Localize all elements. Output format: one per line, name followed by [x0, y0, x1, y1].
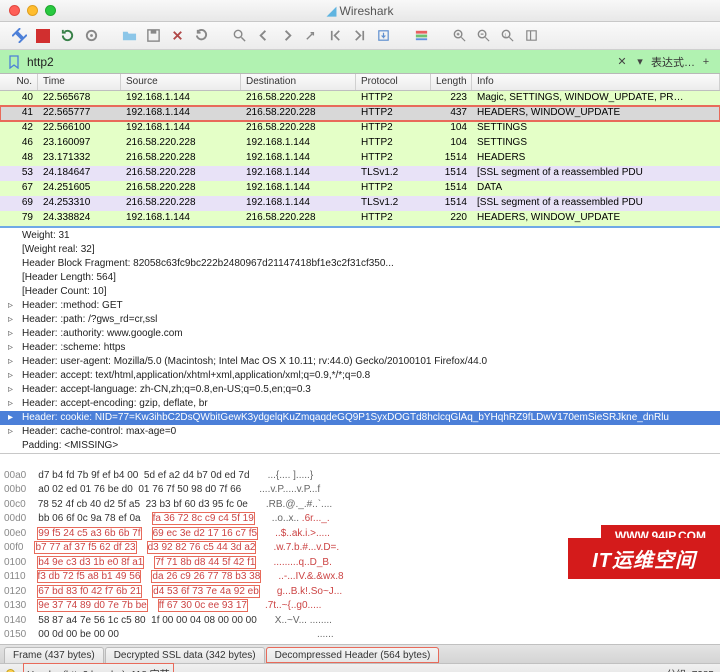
start-capture-btn[interactable]: [9, 26, 29, 46]
detail-header-selected[interactable]: Header: cookie: NID=77=Kw3ihbC2DsQWbitGe…: [0, 411, 720, 425]
window-close-btn[interactable]: [9, 5, 20, 16]
packet-row[interactable]: 7924.338824192.168.1.144216.58.220.228HT…: [0, 211, 720, 226]
col-proto[interactable]: Protocol: [356, 74, 431, 90]
detail-header[interactable]: Header: :scheme: https: [0, 341, 720, 355]
tab-decompressed[interactable]: Decompressed Header (564 bytes): [266, 647, 440, 663]
zoom-reset-btn[interactable]: 1: [497, 26, 517, 46]
status-field-info: Header (http2.header), 118 字节: [25, 665, 172, 672]
packet-row[interactable]: 4222.566100192.168.1.144216.58.220.228HT…: [0, 121, 720, 136]
window-titlebar: ◢ Wireshark: [0, 0, 720, 22]
packet-row[interactable]: 6924.253310216.58.220.228192.168.1.144TL…: [0, 196, 720, 211]
detail-header[interactable]: Header: cache-control: max-age=0: [0, 425, 720, 439]
filter-add-icon[interactable]: +: [697, 53, 715, 71]
col-no[interactable]: No.: [0, 74, 38, 90]
packet-row[interactable]: 4623.160097216.58.220.228192.168.1.144HT…: [0, 136, 720, 151]
app-logo-icon: ◢: [326, 3, 336, 18]
detail-header[interactable]: Header: :authority: www.google.com: [0, 327, 720, 341]
packet-details-pane[interactable]: Weight: 31 [Weight real: 32] Header Bloc…: [0, 228, 720, 454]
packet-row[interactable]: 4122.565777192.168.1.144216.58.220.228HT…: [0, 106, 720, 121]
go-first-btn[interactable]: [325, 26, 345, 46]
status-bar: Header (http2.header), 118 字节 分组: 7285: [0, 664, 720, 672]
capture-options-btn[interactable]: [81, 26, 101, 46]
status-packets: 分组: 7285: [666, 666, 714, 672]
detail-line[interactable]: [Header Length: 564]: [0, 271, 720, 285]
packet-row[interactable]: 4022.565678192.168.1.144216.58.220.228HT…: [0, 91, 720, 106]
packet-row[interactable]: 6724.251605216.58.220.228192.168.1.144HT…: [0, 181, 720, 196]
window-zoom-btn[interactable]: [45, 5, 56, 16]
hex-tabs: Frame (437 bytes) Decrypted SSL data (34…: [0, 644, 720, 664]
display-filter-bar: ✕ ▾ 表达式… +: [0, 50, 720, 74]
close-file-btn[interactable]: [167, 26, 187, 46]
tab-ssl[interactable]: Decrypted SSL data (342 bytes): [105, 647, 265, 663]
stop-capture-btn[interactable]: [33, 26, 53, 46]
filter-dropdown-icon[interactable]: ▾: [631, 53, 649, 71]
filter-expression-label[interactable]: 表达式…: [649, 54, 697, 70]
detail-line[interactable]: Weight: 31: [0, 229, 720, 243]
open-file-btn[interactable]: [119, 26, 139, 46]
detail-line[interactable]: [Header Count: 10]: [0, 285, 720, 299]
col-info[interactable]: Info: [472, 74, 720, 90]
detail-header[interactable]: Header: user-agent: Mozilla/5.0 (Macinto…: [0, 355, 720, 369]
restart-capture-btn[interactable]: [57, 26, 77, 46]
resize-columns-btn[interactable]: [521, 26, 541, 46]
tab-frame[interactable]: Frame (437 bytes): [4, 647, 104, 663]
display-filter-input[interactable]: [23, 53, 613, 71]
detail-header[interactable]: Header: accept: text/html,application/xh…: [0, 369, 720, 383]
expert-info-icon[interactable]: [6, 669, 15, 672]
colorize-btn[interactable]: [411, 26, 431, 46]
go-last-btn[interactable]: [349, 26, 369, 46]
main-toolbar: 1: [0, 22, 720, 50]
detail-padding[interactable]: Padding: <MISSING>: [0, 439, 720, 453]
detail-header[interactable]: Header: accept-language: zh-CN,zh;q=0.8,…: [0, 383, 720, 397]
detail-header[interactable]: Header: :method: GET: [0, 299, 720, 313]
reload-btn[interactable]: [191, 26, 211, 46]
detail-line[interactable]: Header Block Fragment: 82058c63fc9bc222b…: [0, 257, 720, 271]
go-next-btn[interactable]: [277, 26, 297, 46]
find-packet-btn[interactable]: [229, 26, 249, 46]
svg-text:1: 1: [504, 32, 507, 37]
col-dst[interactable]: Destination: [241, 74, 356, 90]
detail-header[interactable]: Header: accept-encoding: gzip, deflate, …: [0, 397, 720, 411]
go-to-packet-btn[interactable]: [301, 26, 321, 46]
zoom-in-btn[interactable]: [449, 26, 469, 46]
packet-list[interactable]: 4022.565678192.168.1.144216.58.220.228HT…: [0, 91, 720, 228]
packet-list-header: No. Time Source Destination Protocol Len…: [0, 74, 720, 91]
col-src[interactable]: Source: [121, 74, 241, 90]
zoom-out-btn[interactable]: [473, 26, 493, 46]
window-title: Wireshark: [340, 4, 394, 18]
filter-clear-icon[interactable]: ✕: [613, 53, 631, 71]
save-file-btn[interactable]: [143, 26, 163, 46]
autoscroll-btn[interactable]: [373, 26, 393, 46]
col-time[interactable]: Time: [38, 74, 121, 90]
packet-row[interactable]: 4823.171332216.58.220.228192.168.1.144HT…: [0, 151, 720, 166]
packet-row[interactable]: 5324.184647216.58.220.228192.168.1.144TL…: [0, 166, 720, 181]
col-len[interactable]: Length: [431, 74, 472, 90]
bookmark-filter-icon[interactable]: [5, 53, 23, 71]
detail-line[interactable]: [Weight real: 32]: [0, 243, 720, 257]
window-minimize-btn[interactable]: [27, 5, 38, 16]
watermark-tag: IT运维空间: [568, 538, 720, 579]
go-prev-btn[interactable]: [253, 26, 273, 46]
detail-header[interactable]: Header: :path: /?gws_rd=cr,ssl: [0, 313, 720, 327]
